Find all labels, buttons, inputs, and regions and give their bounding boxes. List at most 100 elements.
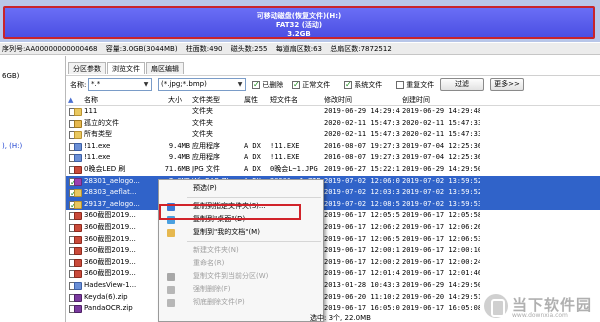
copy-to-partition-icon [167,273,175,281]
table-row[interactable]: 111 文件夹 2019-06-29 14:29:46 2019-06-29 14:2… [66,106,600,118]
col-short-name[interactable]: 短文件名 [270,94,298,106]
col-size[interactable]: 大小 [168,94,182,106]
table-header: ▲ 名称 大小 文件类型 属性 短文件名 修改时间 创建时间 [66,94,600,106]
col-attr[interactable]: 属性 [244,94,258,106]
context-menu-label: 复制到"我的文档"(M) [193,228,260,236]
status-bar: 选中: 3个, 22.0MB [310,314,371,322]
cell-modified: 2019-06-17 12:00:10 [324,246,400,255]
table-row[interactable]: 360截图2019... 2019-06-17 12:06:53 2019-06-1… [66,234,600,246]
table-row[interactable]: 360截图2019... 2019-06-17 12:01:45 2019-06-1… [66,268,600,280]
jpg-icon [74,258,82,267]
disk-tree[interactable]: 6GB) ), (H:) [0,56,66,322]
partition-fs: FAT32 (活动) [275,21,323,29]
cell-type: 文件夹 [192,107,213,115]
cell-created: 2019-06-17 16:05:08 [402,304,480,313]
table-row[interactable]: 28303_aeflat... 2019-07-02 12:03:382019-0… [66,187,600,200]
table-row[interactable]: 28301_aelogo...7.0MBWinRAR ZI...A DX2830… [66,175,600,188]
cell-created: 2019-06-17 12:00:24 [402,257,480,266]
name-filter-value: *.* [91,80,101,88]
cell-created: 2019-06-17 12:00:10 [402,246,480,255]
col-created[interactable]: 创建时间 [402,94,430,106]
table-row[interactable]: !11.exe 9.4MB 应用程序 A DX !11.EXE 2016-08-07 19… [66,141,600,153]
cell-type: 应用程序 [192,141,220,150]
table-body: 111 文件夹 2019-06-29 14:29:46 2019-06-29 14:2… [66,106,600,315]
cell-modified: 2019-06-20 11:10:28 [324,292,400,301]
tab-bar: 分区参数 浏览文件 扇区编辑 [68,62,185,74]
cell-name: !11.exe [84,141,111,150]
cell-size: 9.4MB [168,153,190,162]
checkbox-icon[interactable] [252,80,260,89]
cell-name: 28301_aelogo... [84,176,140,185]
table-row[interactable]: 29137_aelogo... 2019-07-02 12:08:562019-0… [66,198,600,211]
context-menu-item[interactable]: 预选(P) [159,182,323,195]
cell-name: 29137_aelogo... [84,199,140,208]
context-menu-item[interactable]: 新建文件夹(N) [159,244,323,257]
exe-icon [74,154,82,163]
more-button[interactable]: 更多>> [490,78,524,91]
col-modified[interactable]: 修改时间 [324,94,352,106]
table-row[interactable]: 360截图2019... 2019-06-17 12:05:58 2019-06-1… [66,210,600,222]
tab-browse-files[interactable]: 浏览文件 [107,62,145,74]
cell-modified: 2019-07-02 12:08:56 [324,199,400,208]
copy-to-documents-icon [167,229,175,237]
duplicate-files-checkbox[interactable]: 重复文件 [396,80,434,90]
deleted-label: 已删除 [262,81,284,89]
chevron-down-icon[interactable]: ▼ [142,80,150,89]
system-files-checkbox[interactable]: 系统文件 [344,80,382,90]
checkbox-icon[interactable] [344,80,352,89]
context-menu-item[interactable]: 彻底删除文件(P) [159,296,323,309]
rar-icon [74,305,82,314]
zip-icon [74,177,82,186]
cell-modified: 2019-06-17 12:06:26 [324,222,400,231]
cell-modified: 2020-02-11 15:47:33 [324,130,400,139]
deleted-checkbox[interactable]: 已删除 [252,80,283,90]
col-type[interactable]: 文件类型 [192,94,220,106]
type-filter-input[interactable]: (*.jpg;*.bmp) ▼ [158,78,246,91]
cell-modified: 2016-08-07 19:27:34 [324,153,400,162]
table-row[interactable]: 360截图2019... 2019-06-17 12:00:24 2019-06-1… [66,257,600,269]
checkbox-icon[interactable] [396,81,404,89]
context-menu-item[interactable]: 重命名(R) [159,257,323,270]
cell-created: 2020-02-11 15:47:33 [402,118,480,127]
name-filter-input[interactable]: *.* ▼ [88,78,152,91]
exe-icon [74,281,82,290]
jpg-icon [74,165,82,174]
cell-name: Keyda(6).zip [84,292,128,301]
cell-name: 0晚会LED 刷 [84,164,126,173]
table-row[interactable]: 360截图2019... 2019-06-17 12:06:26 2019-06-1… [66,222,600,234]
cell-modified: 2019-06-17 12:01:45 [324,269,400,278]
tree-item-disk[interactable]: 6GB) [0,70,65,82]
context-menu-item[interactable]: 复制文件到当前分区(W) [159,270,323,283]
normal-files-checkbox[interactable]: 正常文件 [292,80,330,90]
table-row[interactable]: !11.exe 9.4MB 应用程序 A DX !11.EXE 2016-08-07 19… [66,152,600,164]
checkbox-icon[interactable] [292,80,300,89]
cell-name: 111 [84,107,98,115]
tab-sector-edit[interactable]: 扇区编辑 [146,62,184,74]
watermark-url: www.downxia.com [512,312,568,319]
chevron-down-icon[interactable]: ▼ [236,80,244,89]
sort-up-icon[interactable]: ▲ [68,94,73,106]
cell-type: 应用程序 [192,153,220,162]
tab-partition-params[interactable]: 分区参数 [68,62,106,74]
partition-block[interactable]: 可移动磁盘(恢复文件)(H:) FAT32 (活动) 3.2GB [3,6,595,39]
tree-item-partition-h[interactable]: ), (H:) [0,140,65,152]
table-row[interactable]: 360截图2019... 2019-06-17 12:00:10 2019-06-1… [66,245,600,257]
cell-name: PandaOCR.zip [84,304,133,313]
cell-created: 2019-06-29 14:29:50 [402,280,480,289]
table-row[interactable]: HadesView-1... 2013-01-28 10:43:30 2019-06… [66,280,600,292]
table-row[interactable]: 所有类型 文件夹 2020-02-11 15:47:33 2020-02-11 15:… [66,129,600,141]
filter-button[interactable]: 过滤 [440,78,484,91]
context-menu-item[interactable]: 强制删除(F) [159,283,323,296]
table-row[interactable]: 0晚会LED 刷 71.6MB JPG 文件 A DX 0晚会L~1.JPG 2019-0… [66,164,600,176]
cell-name: 360截图2019... [84,234,136,243]
context-menu-item[interactable]: 复制到"我的文档"(M) [159,226,323,239]
col-name[interactable]: 名称 [84,94,98,106]
jpg-icon [74,223,82,232]
context-menu-label: 彻底删除文件(P) [193,298,245,306]
table-row[interactable]: 孤立的文件 文件夹 2020-02-11 15:47:33 2020-02-11 15… [66,118,600,130]
cell-modified: 2016-08-07 19:27:34 [324,141,400,150]
total-sectors: 总扇区数:7872512 [330,45,392,53]
duplicate-files-label: 重复文件 [406,81,435,89]
cell-created: 2019-07-04 12:25:36 [402,141,480,150]
context-menu: 预选(P) 复制到指定文件夹(S)... 复制到"桌面"(D) 复制到"我的文档"(M… [158,179,324,322]
